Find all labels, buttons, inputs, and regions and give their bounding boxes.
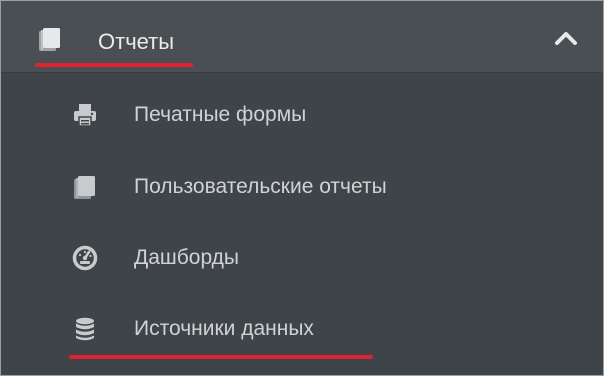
chevron-up-icon[interactable] bbox=[552, 28, 580, 48]
menu-item-label: Пользовательские отчеты bbox=[134, 175, 387, 198]
book-icon bbox=[71, 173, 99, 201]
book-icon bbox=[36, 26, 64, 54]
menu-item-print-forms[interactable]: Печатные формы bbox=[1, 85, 603, 145]
menu-item-data-sources[interactable]: Источники данных bbox=[1, 299, 603, 359]
annotation-underline bbox=[35, 63, 193, 67]
reports-menu: Отчеты Печатные формы Пользовательские о… bbox=[0, 0, 604, 376]
dashboard-gauge-icon bbox=[71, 244, 99, 272]
menu-item-label: Дашборды bbox=[134, 246, 239, 269]
printer-icon bbox=[71, 101, 99, 129]
database-icon bbox=[71, 315, 99, 343]
menu-item-label: Источники данных bbox=[134, 317, 314, 340]
section-title: Отчеты bbox=[98, 29, 175, 54]
menu-item-user-reports[interactable]: Пользовательские отчеты bbox=[1, 157, 603, 217]
menu-item-dashboards[interactable]: Дашборды bbox=[1, 228, 603, 288]
menu-item-label: Печатные формы bbox=[134, 103, 307, 126]
annotation-underline bbox=[69, 355, 373, 359]
